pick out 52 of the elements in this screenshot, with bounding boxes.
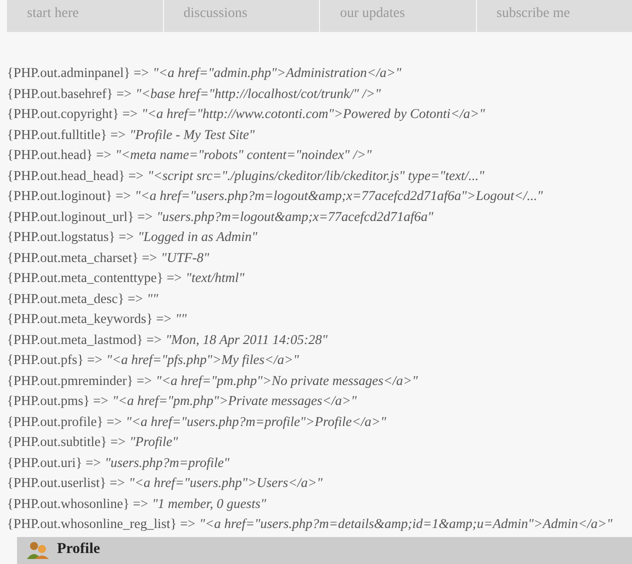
variable-name: {PHP.out.loginout} =>	[7, 187, 131, 205]
variable-name: {PHP.out.adminpanel} =>	[7, 64, 149, 82]
variable-value: "<a href="admin.php">Administration</a>"	[152, 64, 402, 82]
variable-value: "<meta name="robots" content="noindex" />"	[115, 146, 372, 164]
variable-name: {PHP.out.copyright} =>	[7, 105, 138, 123]
variable-value: "<a href="pm.php">Private messages</a>"	[112, 392, 357, 410]
variable-name: {PHP.out.profile} =>	[7, 412, 122, 431]
variable-value: "<script src="./plugins/ckeditor/lib/ckeditor.js" type="text/..."	[148, 166, 484, 185]
variable-name: {PHP.out.userlist} =>	[7, 474, 125, 492]
variable-name: {PHP.out.fulltitle} =>	[7, 126, 126, 144]
variable-name: {PHP.out.pmreminder} =>	[7, 372, 152, 390]
nav-tab[interactable]: discussions	[164, 0, 319, 32]
variable-value: "<a href="pfs.php">My files</a>"	[106, 351, 299, 369]
variable-value: "Profile"	[130, 433, 178, 451]
variable-value: "Logged in as Admin"	[138, 228, 258, 246]
variable-name: {PHP.out.whosonline} =>	[7, 494, 148, 512]
variable-value: "users.php?m=logout&amp;x=77acefcd2d71af6a"	[156, 208, 434, 226]
variable-value: "UTF-8"	[161, 248, 210, 266]
users-icon	[27, 540, 49, 558]
variable-value: "<a href="users.php">Users</a>"	[128, 474, 323, 492]
variable-value: "users.php?m=profile"	[104, 454, 230, 472]
variable-value: "<a href="http://www.cotonti.com">Powered by Cotonti</a>"	[142, 105, 485, 123]
variable-value: ""	[175, 310, 187, 328]
variable-name: {PHP.out.subtitle} =>	[7, 433, 126, 451]
variable-name: {PHP.out.meta_contenttype} =>	[7, 269, 182, 287]
variable-value: ""	[146, 290, 158, 308]
variable-value: "text/html"	[186, 269, 244, 287]
variable-name: {PHP.out.pms} =>	[7, 392, 108, 410]
variable-name: {PHP.out.loginout_url} =>	[7, 208, 153, 226]
variable-name: {PHP.out.meta_desc} =>	[7, 290, 143, 308]
section-title: Profile	[57, 540, 100, 558]
variable-name: {PHP.out.basehref} =>	[7, 84, 132, 102]
variable-name: {PHP.out.uri} =>	[7, 454, 101, 472]
variable-name: {PHP.out.meta_charset} =>	[7, 248, 158, 266]
variable-value: "<base href="http://localhost/cot/trunk/" />"	[136, 84, 381, 103]
nav-tab[interactable]: start here	[7, 0, 162, 32]
variable-value: "Mon, 18 Apr 2011 14:05:28"	[166, 330, 328, 349]
variable-name: {PHP.out.pfs} =>	[7, 351, 102, 369]
variable-value: "<a href="pm.php">No private messages</a>"	[156, 372, 418, 390]
variable-name: {PHP.out.whosonline_reg_list} =>	[7, 515, 196, 533]
variable-value: "1 member, 0 guests"	[152, 494, 266, 513]
nav-tab[interactable]: subscribe me	[476, 0, 632, 32]
variable-name: {PHP.out.meta_lastmod} =>	[7, 330, 162, 348]
variable-value: "Profile - My Test Site"	[130, 126, 255, 144]
variable-value: "<a href="users.php?m=details&amp;id=1&amp;u=Admin">Admin</a>"	[199, 515, 612, 533]
variable-value: "<a href="users.php?m=logout&amp;x=77acefcd2d71af6a">Logout</..."	[134, 187, 543, 205]
variable-name: {PHP.out.logstatus} =>	[7, 228, 134, 246]
variable-value: "<a href="users.php?m=profile">Profile</a>"	[126, 412, 386, 431]
variable-name: {PHP.out.head_head} =>	[7, 166, 144, 184]
variable-name: {PHP.out.head} =>	[7, 146, 112, 164]
variable-name: {PHP.out.meta_keywords} =>	[7, 310, 172, 328]
nav-tab[interactable]: our updates	[320, 0, 476, 32]
